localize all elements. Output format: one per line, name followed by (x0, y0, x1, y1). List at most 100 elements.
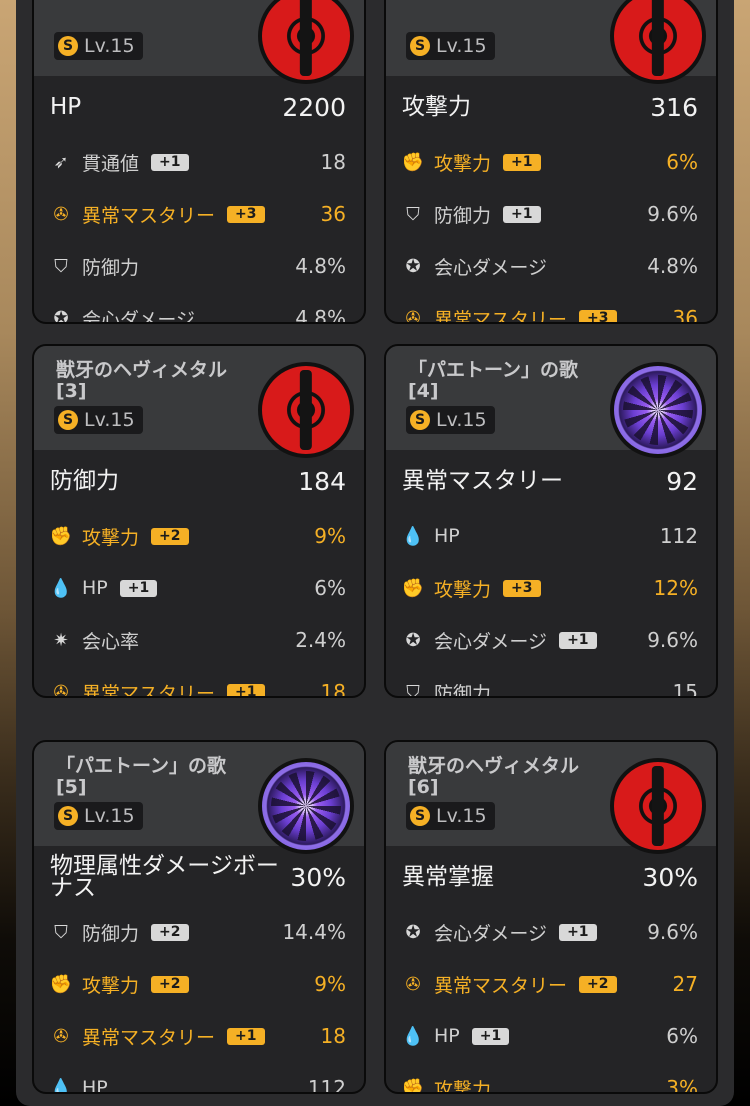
attack-icon: ✊ (49, 525, 73, 547)
sub-stat-value: 36 (672, 306, 698, 324)
sub-stat-value: 112 (307, 1076, 346, 1094)
level-text: Lv.15 (84, 409, 135, 431)
sub-stat-row: ✇ 異常マスタリー +3 36 (34, 188, 364, 240)
anomaly-mastery-icon: ✇ (405, 307, 421, 324)
anomaly-mastery-icon: ✇ (53, 203, 69, 225)
level-text: Lv.15 (436, 35, 487, 57)
sub-stat-name: 異常マスタリー (82, 1026, 216, 1049)
sub-stat-value: 18 (320, 680, 346, 698)
sub-stat-name: 異常マスタリー (434, 308, 568, 324)
sub-stat-row: ⛉ 防御力 +1 9.6% (386, 188, 716, 240)
defense-icon: ⛉ (406, 681, 420, 698)
upgrade-count-badge: +3 (227, 205, 265, 223)
sub-stat-value: 18 (320, 1024, 346, 1048)
sub-stat-value: 9% (314, 972, 346, 996)
hp-icon: 💧 (49, 1077, 73, 1094)
upgrade-count-badge: +1 (227, 1027, 265, 1045)
disc-card[interactable]: 獣牙のヘヴィメタル [3] S Lv.15 防御力 184 ✊ 攻撃力 +2 9… (32, 344, 366, 698)
main-stat-name: 物理属性ダメージボーナス (50, 853, 279, 901)
level-text: Lv.15 (84, 805, 135, 827)
sub-stat-row: ✪ 会心ダメージ 4.8% (386, 240, 716, 292)
disc-set-name: 獣牙のヘヴィメタル [6] (408, 755, 580, 798)
defense-icon: ⛉ (54, 255, 68, 277)
main-stat-name: 異常掌握 (402, 864, 494, 890)
sub-stat-row: ✇ 異常マスタリー +3 36 (386, 292, 716, 324)
main-stat-value: 184 (298, 466, 346, 496)
sub-stat-name: HP (82, 1077, 108, 1094)
sub-stat-list: ✊ 攻撃力 +2 9% 💧 HP +1 6% ✷ 会心率 2.4% ✇ 異常マス… (34, 510, 364, 698)
upgrade-count-badge: +2 (579, 975, 617, 993)
crit-dmg-icon: ✪ (405, 921, 421, 943)
sub-stat-list: ✪ 会心ダメージ +1 9.6% ✇ 異常マスタリー +2 27 💧 HP +1… (386, 906, 716, 1094)
sub-stat-row: ✊ 攻撃力 +2 9% (34, 958, 364, 1010)
sub-stat-name: 会心率 (82, 630, 140, 653)
sub-stat-name: 異常マスタリー (434, 974, 568, 997)
hp-icon: 💧 (49, 577, 73, 599)
sub-stat-name: 防御力 (434, 682, 492, 698)
level-coin-icon: S (410, 410, 430, 430)
sub-stat-name: 会心ダメージ (434, 256, 548, 279)
sub-stat-row: 💧 HP 112 (34, 1062, 364, 1094)
main-stat: 攻撃力 316 (402, 86, 698, 128)
hp-icon: 💧 (401, 1025, 425, 1047)
defense-icon: ⛉ (406, 203, 420, 225)
level-badge: S Lv.15 (406, 802, 495, 830)
sub-stat-row: ⛉ 防御力 15 (386, 666, 716, 698)
attack-icon: ✊ (401, 1077, 425, 1094)
sub-stat-row: ✪ 会心ダメージ 4.8% (34, 292, 364, 322)
upgrade-count-badge: +1 (227, 683, 265, 696)
crit-dmg-icon: ✪ (405, 255, 421, 277)
level-coin-icon: S (58, 36, 78, 56)
upgrade-count-badge: +1 (559, 631, 597, 649)
sub-stat-name: HP (434, 1025, 460, 1047)
main-stat: HP 2200 (50, 86, 346, 128)
upgrade-count-badge: +1 (503, 205, 541, 223)
main-stat-name: HP (50, 94, 82, 120)
sub-stat-value: 9.6% (647, 628, 698, 652)
sub-stat-list: ✊ 攻撃力 +1 6% ⛉ 防御力 +1 9.6% ✪ 会心ダメージ 4.8% (386, 136, 716, 324)
crit-dmg-icon: ✪ (405, 629, 421, 651)
level-text: Lv.15 (436, 409, 487, 431)
main-stat: 防御力 184 (50, 460, 346, 502)
sub-stat-value: 18 (320, 150, 346, 174)
disc-card[interactable]: 獣牙のヘヴィメタル [6] S Lv.15 異常掌握 30% ✪ 会心ダメージ … (384, 740, 718, 1094)
sub-stat-value: 4.8% (647, 254, 698, 278)
sub-stat-row: ✪ 会心ダメージ +1 9.6% (386, 614, 716, 666)
disc-card[interactable]: S Lv.15 攻撃力 316 ✊ 攻撃力 +1 6% ⛉ 防御力 +1 9.6… (384, 0, 718, 324)
sub-stat-row: ✊ 攻撃力 +1 6% (386, 136, 716, 188)
sub-stat-list: ⛉ 防御力 +2 14.4% ✊ 攻撃力 +2 9% ✇ 異常マスタリー +1 … (34, 906, 364, 1094)
main-stat-value: 92 (666, 466, 698, 496)
sub-stat-value: 15 (672, 680, 698, 698)
sub-stat-row: ➶ 貫通値 +1 18 (34, 136, 364, 188)
sub-stat-name: 貫通値 (82, 152, 140, 175)
level-badge: S Lv.15 (406, 406, 495, 434)
level-coin-icon: S (410, 36, 430, 56)
sub-stat-row: ⛉ 防御力 4.8% (34, 240, 364, 292)
sub-stat-list: ➶ 貫通値 +1 18 ✇ 異常マスタリー +3 36 ⛉ 防御力 4.8% ✪… (34, 136, 364, 322)
disc-card[interactable]: 「パエトーン」の歌 [5] S Lv.15 物理属性ダメージボーナス 30% ⛉… (32, 740, 366, 1094)
sub-stat-value: 27 (672, 972, 698, 996)
disc-card[interactable]: 「パエトーン」の歌 [4] S Lv.15 異常マスタリー 92 💧 HP 11… (384, 344, 718, 698)
main-stat: 物理属性ダメージボーナス 30% (50, 853, 346, 901)
level-text: Lv.15 (84, 35, 135, 57)
disc-set-name: 「パエトーン」の歌 [4] (408, 359, 579, 402)
hp-icon: 💧 (401, 525, 425, 547)
upgrade-count-badge: +1 (151, 153, 189, 171)
level-badge: S Lv.15 (54, 406, 143, 434)
disc-art-icon (258, 362, 354, 458)
disc-card[interactable]: S Lv.15 HP 2200 ➶ 貫通値 +1 18 ✇ 異常マスタリー +3 (32, 0, 366, 324)
main-stat-name: 攻撃力 (402, 94, 471, 120)
sub-stat-value: 4.8% (295, 254, 346, 278)
main-stat-value: 30% (642, 862, 698, 892)
upgrade-count-badge: +1 (471, 1027, 510, 1045)
upgrade-count-badge: +1 (503, 153, 541, 171)
sub-stat-name: 異常マスタリー (82, 682, 216, 698)
sub-stat-value: 9.6% (647, 202, 698, 226)
sub-stat-value: 9% (314, 524, 346, 548)
sub-stat-row: ✊ 攻撃力 +3 12% (386, 562, 716, 614)
disc-art-icon (258, 758, 354, 854)
anomaly-mastery-icon: ✇ (53, 1025, 69, 1047)
disc-art-icon (610, 362, 706, 458)
anomaly-mastery-icon: ✇ (53, 681, 69, 698)
sub-stat-name: 異常マスタリー (82, 204, 216, 227)
